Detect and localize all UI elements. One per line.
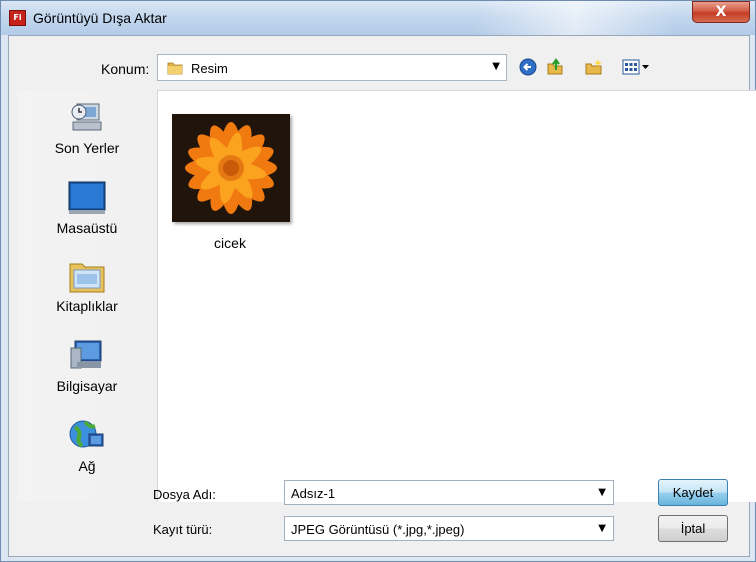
location-value: Resim [191, 61, 228, 76]
dialog-body: Konum: Resim ▼ Son Yerler Masaüstü Kitap… [8, 35, 756, 557]
network-icon [69, 420, 104, 448]
location-dropdown[interactable]: Resim ▼ [157, 54, 507, 81]
cancel-button[interactable]: İptal [658, 515, 728, 542]
up-folder-icon[interactable] [546, 58, 564, 76]
save-button[interactable]: Kaydet [658, 479, 728, 506]
close-button[interactable]: X [692, 1, 750, 23]
file-name: cicek [214, 235, 246, 251]
places-bar: Son Yerler Masaüstü Kitaplıklar Bilgisay… [17, 90, 157, 502]
place-recent[interactable]: Son Yerler [17, 100, 157, 176]
place-desktop[interactable]: Masaüstü [17, 180, 157, 256]
computer-icon [70, 340, 102, 369]
filetype-value: JPEG Görüntüsü (*.jpg,*.jpeg) [291, 522, 465, 537]
filename-value[interactable]: Adsız-1 [291, 486, 335, 501]
location-label: Konum: [101, 61, 150, 77]
place-label: Son Yerler [54, 140, 120, 156]
image-thumbnail [172, 114, 290, 222]
place-network[interactable]: Ağ [17, 418, 157, 494]
place-label: Masaüstü [56, 220, 118, 236]
filename-input[interactable]: Adsız-1 ▼ [284, 480, 614, 505]
dialog-window: Fl Görüntüyü Dışa Aktar X Konum: Resim ▼ [0, 0, 756, 562]
place-label: Bilgisayar [56, 378, 118, 394]
place-label: Kitaplıklar [56, 298, 118, 314]
flash-app-icon: Fl [9, 10, 26, 26]
new-folder-icon[interactable] [585, 58, 603, 76]
file-list[interactable]: cicek [157, 90, 756, 502]
chevron-down-icon[interactable]: ▼ [492, 61, 500, 72]
folder-icon [167, 62, 183, 75]
flower-image [172, 114, 290, 222]
place-libraries[interactable]: Kitaplıklar [17, 258, 157, 334]
file-item-cicek[interactable]: cicek [168, 111, 292, 251]
chevron-down-icon[interactable]: ▼ [598, 523, 606, 534]
back-arrow-icon[interactable] [519, 58, 537, 76]
libraries-icon [69, 263, 105, 293]
filetype-select[interactable]: JPEG Görüntüsü (*.jpg,*.jpeg) ▼ [284, 516, 614, 541]
place-computer[interactable]: Bilgisayar [17, 338, 157, 414]
filetype-label: Kayıt türü: [153, 522, 213, 537]
desktop-icon [68, 181, 106, 214]
recent-places-icon [71, 103, 102, 131]
window-title: Görüntüyü Dışa Aktar [33, 10, 167, 26]
views-menu-icon[interactable] [622, 58, 652, 76]
filename-label: Dosya Adı: [153, 487, 216, 502]
place-label: Ağ [78, 458, 96, 474]
chevron-down-icon[interactable]: ▼ [598, 487, 606, 498]
title-bar[interactable]: Fl Görüntüyü Dışa Aktar X [1, 1, 755, 35]
